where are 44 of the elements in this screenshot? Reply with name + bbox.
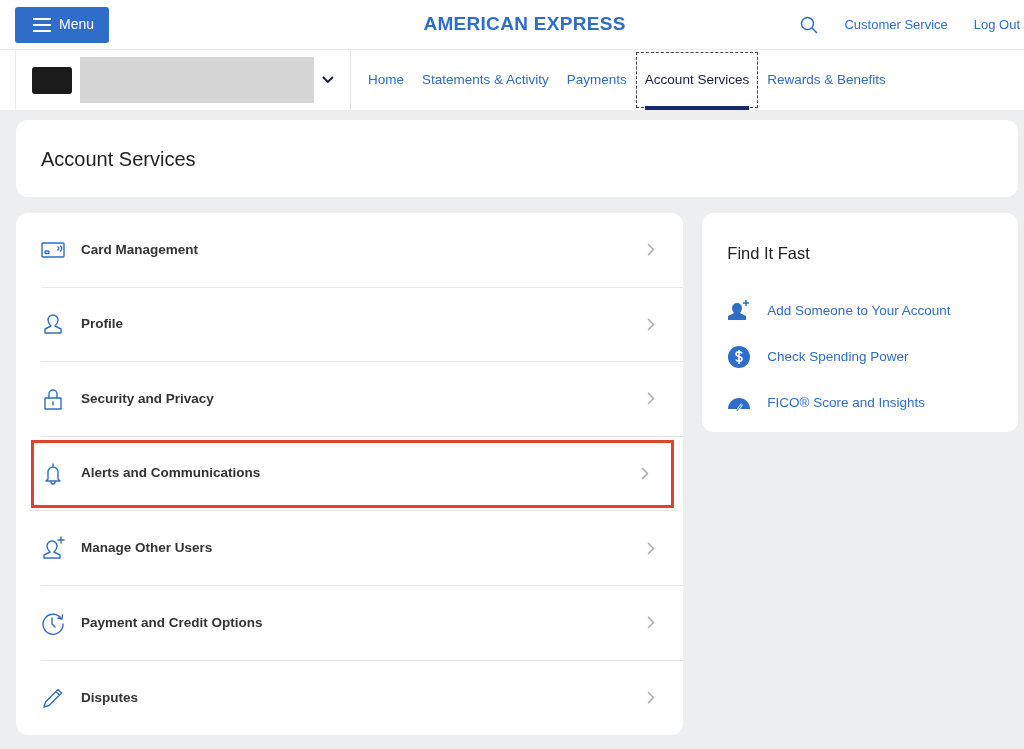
chevron-right-icon (647, 616, 656, 630)
row-label: Security and Privacy (81, 389, 215, 408)
chevron-right-icon (647, 691, 656, 705)
service-row[interactable]: Profile (41, 287, 684, 363)
lock-icon (41, 387, 65, 411)
row-label: Profile (81, 315, 124, 334)
chevron-right-icon (647, 392, 656, 406)
row-label: Disputes (81, 688, 139, 707)
section-title: Find It Fast (726, 243, 811, 264)
log-out-link[interactable]: Log Out (973, 14, 1020, 35)
chevron-right-icon (641, 467, 650, 481)
service-row[interactable]: Security and Privacy (41, 362, 684, 437)
brand-logo: AMERICAN EXPRESS (423, 12, 626, 37)
row-label: Alerts and Communications (81, 464, 262, 483)
service-row[interactable]: Disputes (41, 660, 684, 736)
chevron-down-icon[interactable] (322, 76, 334, 84)
menu-button[interactable]: Menu (15, 6, 109, 43)
row-label: Manage Other Users (81, 539, 214, 558)
nav-tab[interactable]: Payments (557, 52, 636, 108)
nav-tab[interactable]: Home (359, 52, 413, 108)
service-row[interactable]: Card Management (41, 213, 684, 288)
row-label: Payment and Credit Options (81, 613, 264, 632)
nav-tab[interactable]: Rewards & Benefits (758, 52, 895, 108)
page-title: Account Services (16, 120, 1018, 197)
quick-link[interactable]: Add Someone to Your Account (702, 287, 1018, 334)
menu-icon (33, 17, 51, 32)
card-thumbnail (32, 66, 73, 94)
dollar-circle-icon (727, 344, 752, 369)
service-row[interactable]: Payment and Credit Options (41, 585, 684, 661)
nav-tab[interactable]: Statements & Activity (413, 52, 558, 108)
service-row[interactable]: Alerts and Communications (28, 436, 678, 512)
quick-link[interactable]: FICO® Score and Insights (702, 379, 1018, 426)
customer-service-link[interactable]: Customer Service (844, 14, 948, 35)
row-label: Card Management (81, 240, 200, 259)
person-icon (41, 312, 65, 337)
chevron-right-icon (647, 243, 656, 257)
nav-tab[interactable]: Account Services (635, 52, 759, 108)
person-plus-icon (41, 536, 65, 561)
search-icon[interactable] (800, 15, 819, 34)
quick-link[interactable]: Check Spending Power (702, 333, 1018, 380)
chevron-right-icon (647, 541, 656, 555)
service-row[interactable]: Manage Other Users (41, 511, 684, 586)
chevron-right-icon (647, 317, 656, 331)
person-plus-icon (727, 298, 752, 323)
